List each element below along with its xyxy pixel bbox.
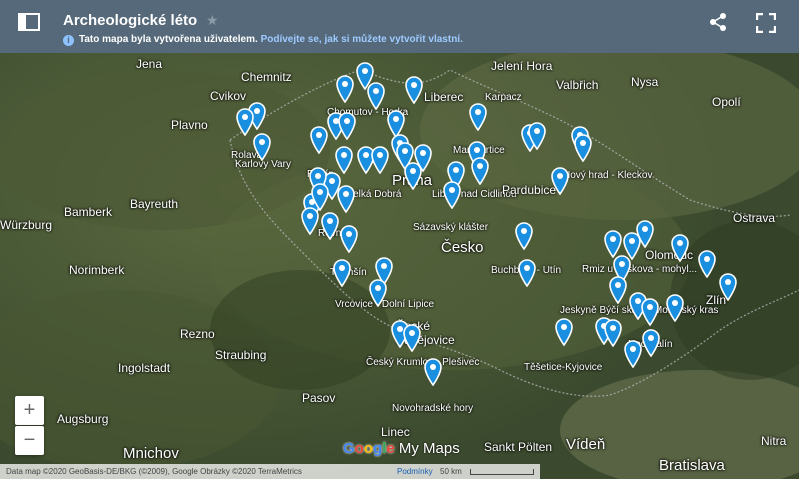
place-label: Vídeň (566, 436, 606, 453)
map-marker-icon[interactable] (253, 133, 271, 161)
place-label: Liberec (424, 90, 464, 104)
map-marker-icon[interactable] (671, 234, 689, 262)
map-marker-icon[interactable] (424, 358, 442, 386)
side-panel-icon[interactable] (17, 12, 41, 32)
place-label: Nitra (761, 434, 787, 448)
map-marker-icon[interactable] (609, 276, 627, 304)
map-footer: Data map ©2020 GeoBasis-DE/BKG (©2009), … (0, 464, 540, 479)
place-label: Pardubice (502, 183, 557, 197)
map-marker-icon[interactable] (310, 126, 328, 154)
terms-link[interactable]: Podmínky (397, 467, 433, 476)
place-label: Chemnitz (241, 70, 292, 84)
fullscreen-icon[interactable] (756, 13, 776, 33)
map-header: Archeologické léto ★ i Tato mapa byla vy… (0, 0, 799, 53)
info-icon: i (63, 35, 74, 46)
map-marker-icon[interactable] (469, 103, 487, 131)
info-text: Tato mapa byla vytvořena uživatelem. (79, 34, 258, 45)
place-label: Rmiz u Laškova - mohyl... (582, 264, 698, 275)
map-marker-icon[interactable] (337, 185, 355, 213)
place-label: Jena (136, 57, 163, 71)
place-label: Würzburg (0, 218, 53, 232)
share-icon[interactable] (708, 12, 728, 32)
place-label: Nysa (631, 75, 659, 89)
map-marker-icon[interactable] (443, 181, 461, 209)
map-marker-icon[interactable] (333, 259, 351, 287)
place-label: Sázavský klášter (413, 222, 489, 233)
map-marker-icon[interactable] (367, 82, 385, 110)
map-marker-icon[interactable] (528, 122, 546, 150)
place-label: Ingolstadt (118, 361, 171, 375)
map-marker-icon[interactable] (371, 146, 389, 174)
scale-label: 50 km (440, 467, 462, 476)
map-marker-icon[interactable] (369, 279, 387, 307)
place-label: Valbřich (556, 78, 599, 92)
place-label: Sankt Pölten (484, 440, 553, 454)
place-label: Straubing (215, 348, 267, 362)
map-marker-icon[interactable] (321, 212, 339, 240)
place-label: Norimberk (69, 263, 125, 277)
place-label: Český Krumlov - Plešivec (366, 357, 480, 368)
map-subtitle: Tato mapa byla vytvořena uživatelem. Pod… (79, 34, 463, 45)
google-my-maps-logo: Google My Maps (343, 440, 460, 457)
place-label: Těšetice-Kyjovice (524, 362, 603, 373)
place-label: Česko (441, 239, 484, 256)
map-marker-icon[interactable] (515, 222, 533, 250)
map-title: Archeologické léto (63, 12, 198, 29)
place-label: Pasov (302, 391, 336, 405)
map-marker-icon[interactable] (404, 162, 422, 190)
map-marker-icon[interactable] (624, 340, 642, 368)
map-marker-icon[interactable] (405, 76, 423, 104)
map-marker-icon[interactable] (698, 250, 716, 278)
place-label: Jelení Hora (491, 59, 553, 73)
place-label: Ostrava (733, 211, 776, 225)
create-map-link[interactable]: Podívejte se, jak si můžete vytvořit vla… (261, 34, 463, 45)
place-label: Velká Dobrá (347, 189, 402, 200)
map-marker-icon[interactable] (642, 329, 660, 357)
scale-bar (470, 469, 534, 475)
map-marker-icon[interactable] (338, 112, 356, 140)
place-label: Bratislava (659, 457, 725, 474)
map-marker-icon[interactable] (301, 207, 319, 235)
map-marker-icon[interactable] (555, 318, 573, 346)
place-label: Nový hrad - Kleckov (563, 170, 653, 181)
place-label: Augsburg (57, 412, 109, 426)
place-label: Bamberk (64, 205, 113, 219)
map-marker-icon[interactable] (666, 294, 684, 322)
place-label: Rezno (180, 327, 215, 341)
place-label: Opolí (712, 95, 741, 109)
map-marker-icon[interactable] (403, 324, 421, 352)
attribution-text: Data map ©2020 GeoBasis-DE/BKG (©2009), … (6, 467, 302, 476)
map-marker-icon[interactable] (551, 167, 569, 195)
map-marker-icon[interactable] (336, 75, 354, 103)
map-marker-icon[interactable] (574, 134, 592, 162)
map-marker-icon[interactable] (604, 319, 622, 347)
place-label: Mnichov (123, 445, 179, 462)
place-label: Linec (381, 425, 410, 439)
star-icon[interactable]: ★ (206, 12, 219, 29)
map-marker-icon[interactable] (340, 225, 358, 253)
place-label: Plavno (171, 118, 208, 132)
map-marker-icon[interactable] (604, 230, 622, 258)
place-label: Novohradské hory (392, 403, 474, 414)
map-marker-icon[interactable] (719, 273, 737, 301)
map-marker-icon[interactable] (471, 157, 489, 185)
place-label: Karpacz (485, 92, 522, 103)
map-marker-icon[interactable] (335, 146, 353, 174)
zoom-out-button[interactable]: − (15, 426, 44, 455)
map-marker-icon[interactable] (518, 259, 536, 287)
place-label: Cvikov (210, 89, 247, 103)
zoom-in-button[interactable]: + (15, 396, 44, 425)
map-marker-icon[interactable] (641, 298, 659, 326)
map-marker-icon[interactable] (236, 108, 254, 136)
place-label: Bayreuth (130, 197, 179, 211)
